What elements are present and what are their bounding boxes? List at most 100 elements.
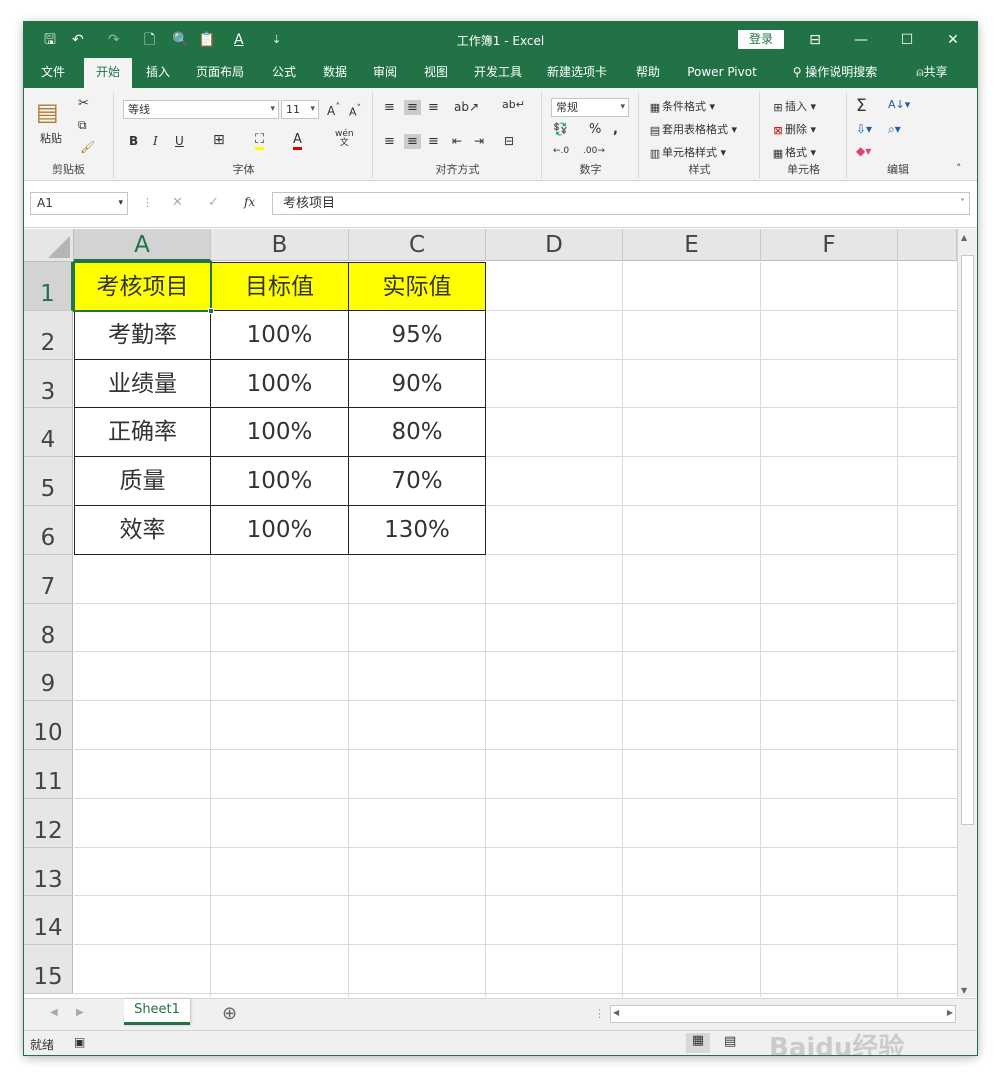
close-button[interactable]: ✕ bbox=[938, 28, 968, 52]
select-all-corner[interactable] bbox=[24, 229, 74, 262]
conditional-format-button[interactable]: ▦ 条件格式 ▾ bbox=[648, 98, 715, 114]
table-cell[interactable]: 90% bbox=[349, 359, 486, 409]
vertical-scrollbar[interactable]: ▲ ▼ bbox=[957, 229, 977, 997]
tab-help[interactable]: 帮助 bbox=[628, 58, 668, 88]
table-cell[interactable]: 95% bbox=[349, 310, 486, 360]
percent-button[interactable]: % bbox=[589, 122, 601, 137]
sort-filter-icon[interactable]: A↓▾ bbox=[888, 98, 910, 111]
column-header-e[interactable]: E bbox=[623, 229, 761, 261]
row-header-10[interactable]: 10 bbox=[24, 701, 73, 750]
fill-color-icon[interactable]: ⛶ bbox=[255, 132, 265, 150]
delete-cells-button[interactable]: ⊠ 删除 ▾ bbox=[771, 121, 816, 137]
tab-review[interactable]: 审阅 bbox=[366, 58, 404, 88]
phonetic-icon[interactable]: wén 文 bbox=[335, 130, 354, 148]
table-cell[interactable]: 100% bbox=[211, 506, 349, 555]
find-select-icon[interactable]: ⌕▾ bbox=[888, 122, 901, 137]
orientation-icon[interactable]: ab↗ bbox=[454, 100, 479, 114]
merge-center-icon[interactable]: ⊟ bbox=[504, 134, 514, 148]
comma-button[interactable]: , bbox=[613, 122, 618, 137]
scroll-right-icon[interactable]: ▶ bbox=[947, 1008, 953, 1017]
tab-data[interactable]: 数据 bbox=[316, 58, 354, 88]
table-cell[interactable]: 效率 bbox=[74, 506, 211, 555]
font-color-button[interactable]: A bbox=[293, 132, 302, 150]
maximize-button[interactable]: ☐ bbox=[892, 28, 922, 52]
row-header-12[interactable]: 12 bbox=[24, 798, 73, 848]
table-cell[interactable]: 100% bbox=[211, 457, 349, 506]
row-header-6[interactable]: 6 bbox=[24, 506, 73, 555]
increase-indent-icon[interactable]: ⇥ bbox=[474, 134, 484, 148]
scroll-left-icon[interactable]: ◀ bbox=[613, 1008, 619, 1017]
table-cell[interactable]: 100% bbox=[211, 359, 349, 409]
row-header-11[interactable]: 11 bbox=[24, 750, 73, 799]
scroll-down-icon[interactable]: ▼ bbox=[961, 986, 967, 995]
column-header-b[interactable]: B bbox=[211, 229, 349, 261]
table-cell[interactable]: 正确率 bbox=[74, 408, 211, 458]
align-middle-icon[interactable]: ≡ bbox=[404, 100, 421, 115]
row-header-4[interactable]: 4 bbox=[24, 408, 73, 458]
column-header-f[interactable]: F bbox=[761, 229, 898, 261]
decrease-indent-icon[interactable]: ⇤ bbox=[452, 134, 462, 148]
scroll-up-icon[interactable]: ▲ bbox=[961, 233, 967, 242]
tab-file[interactable]: 文件 bbox=[32, 58, 74, 88]
name-box[interactable]: A1 ▾ bbox=[30, 192, 128, 215]
underline-button[interactable]: U bbox=[175, 134, 184, 148]
table-cell[interactable]: 130% bbox=[349, 506, 486, 555]
add-sheet-button[interactable]: ⊕ bbox=[222, 1003, 237, 1024]
row-header-7[interactable]: 7 bbox=[24, 554, 73, 604]
split-handle-icon[interactable]: ⋮ bbox=[594, 1007, 605, 1020]
copy-icon[interactable]: ⧉ bbox=[78, 118, 87, 133]
increase-font-icon[interactable]: A˄ bbox=[327, 102, 340, 118]
cut-icon[interactable]: ✂ bbox=[78, 96, 89, 111]
horizontal-scrollbar[interactable]: ◀ ▶ bbox=[610, 1005, 956, 1023]
align-bottom-icon[interactable]: ≡ bbox=[428, 100, 439, 115]
wrap-text-icon[interactable]: ab↵ bbox=[502, 98, 525, 111]
table-cell[interactable]: 70% bbox=[349, 457, 486, 506]
cancel-icon[interactable]: ✕ bbox=[172, 195, 183, 210]
row-header-15[interactable]: 15 bbox=[24, 945, 73, 994]
column-header-g[interactable] bbox=[898, 229, 957, 261]
italic-button[interactable]: I bbox=[153, 134, 158, 148]
row-header-3[interactable]: 3 bbox=[24, 359, 73, 409]
format-cells-button[interactable]: ▦ 格式 ▾ bbox=[771, 144, 816, 160]
table-cell[interactable]: 80% bbox=[349, 408, 486, 458]
tab-developer[interactable]: 开发工具 bbox=[468, 58, 528, 88]
macro-record-icon[interactable]: ▣ bbox=[74, 1035, 85, 1049]
tab-new-tab[interactable]: 新建选项卡 bbox=[542, 58, 612, 88]
format-painter-icon[interactable]: 🖌 bbox=[80, 140, 95, 154]
login-button[interactable]: 登录 bbox=[738, 30, 784, 49]
align-right-icon[interactable]: ≡ bbox=[428, 134, 439, 149]
sheet-tab-sheet1[interactable]: Sheet1 bbox=[124, 999, 190, 1025]
next-sheet-icon[interactable]: ▶ bbox=[76, 1007, 84, 1018]
align-left-icon[interactable]: ≡ bbox=[384, 134, 395, 149]
scroll-thumb[interactable] bbox=[961, 255, 974, 825]
align-top-icon[interactable]: ≡ bbox=[384, 100, 395, 115]
prev-sheet-icon[interactable]: ◀ bbox=[50, 1007, 58, 1018]
page-layout-view-icon[interactable]: ▤ bbox=[724, 1034, 736, 1049]
font-size-select[interactable]: 11 ▾ bbox=[281, 100, 319, 119]
tell-me-search[interactable]: ⚲ 操作说明搜索 bbox=[780, 58, 890, 88]
tab-power-pivot[interactable]: Power Pivot bbox=[682, 58, 762, 88]
paste-button[interactable]: 粘贴 bbox=[40, 130, 62, 146]
enter-icon[interactable]: ✓ bbox=[208, 195, 219, 210]
ribbon-display-icon[interactable]: ⊟ bbox=[800, 28, 830, 52]
clear-icon[interactable]: ◆▾ bbox=[856, 144, 871, 158]
collapse-ribbon-icon[interactable]: ˄ bbox=[956, 162, 962, 175]
column-header-d[interactable]: D bbox=[486, 229, 623, 261]
number-format-select[interactable]: 常规 ▾ bbox=[551, 98, 629, 117]
row-header-5[interactable]: 5 bbox=[24, 457, 73, 506]
fill-icon[interactable]: ⇩▾ bbox=[856, 122, 872, 136]
row-header-9[interactable]: 9 bbox=[24, 652, 73, 702]
decrease-decimal-icon[interactable]: .00→ bbox=[583, 146, 605, 156]
table-cell[interactable]: 考勤率 bbox=[74, 310, 211, 360]
format-as-table-button[interactable]: ▤ 套用表格格式 ▾ bbox=[648, 121, 737, 137]
table-header-cell[interactable]: 实际值 bbox=[349, 262, 486, 311]
expand-formula-icon[interactable]: ˅ bbox=[960, 193, 965, 214]
align-center-icon[interactable]: ≡ bbox=[404, 134, 421, 149]
cell-styles-button[interactable]: ▥ 单元格样式 ▾ bbox=[648, 144, 726, 160]
row-header-8[interactable]: 8 bbox=[24, 603, 73, 653]
tab-insert[interactable]: 插入 bbox=[138, 58, 178, 88]
fill-handle[interactable] bbox=[208, 307, 214, 314]
column-header-c[interactable]: C bbox=[349, 229, 486, 261]
column-header-a[interactable]: A bbox=[74, 229, 211, 261]
table-cell[interactable]: 100% bbox=[211, 408, 349, 458]
